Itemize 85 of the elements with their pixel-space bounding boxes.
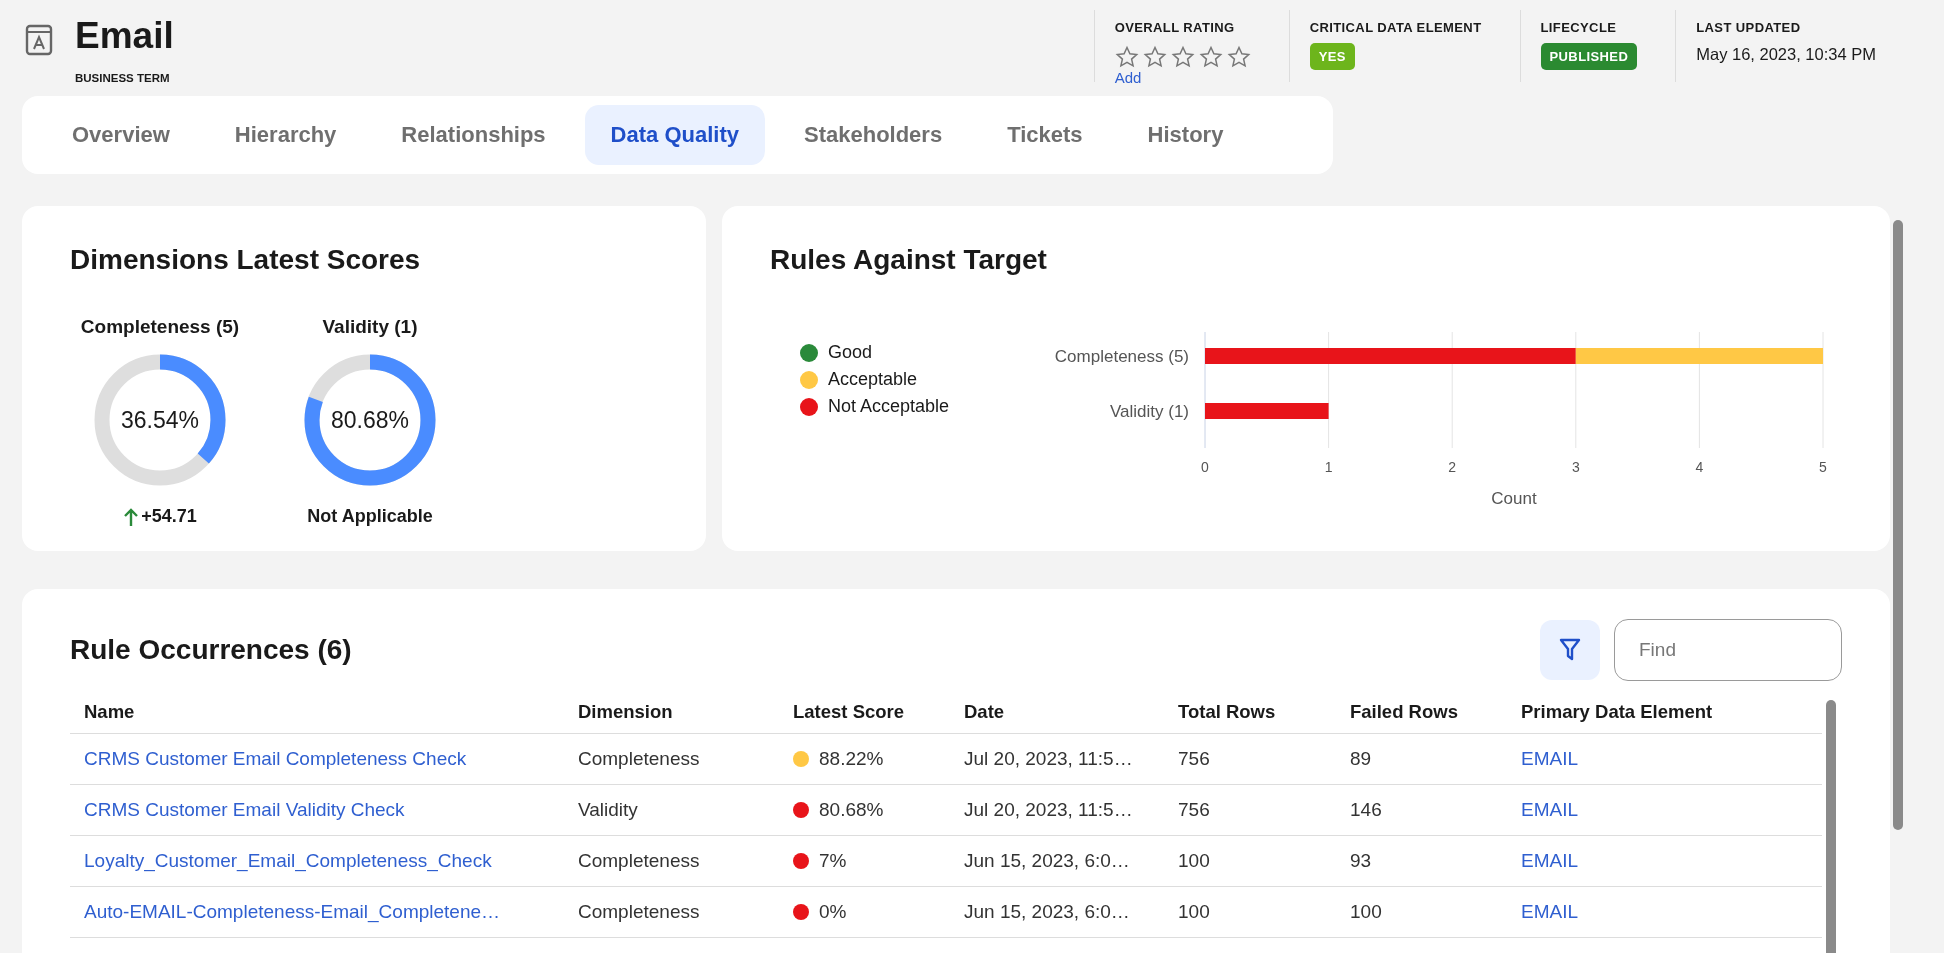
category-label: Completeness (5) — [1054, 347, 1189, 366]
filter-icon — [1558, 637, 1582, 663]
column-header[interactable]: Total Rows — [1164, 691, 1336, 734]
tab[interactable]: Data Quality — [584, 105, 765, 165]
scrollbar[interactable] — [1893, 220, 1903, 830]
table-cell: 100 — [1350, 901, 1382, 923]
score-value: 36.54% — [121, 406, 199, 434]
add-rating-link[interactable]: Add — [1114, 69, 1251, 86]
tick-label: 3 — [1571, 459, 1580, 475]
rule-link[interactable]: Loyalty_Customer_Email_Completeness_Check — [84, 850, 492, 872]
page-title: Email — [75, 14, 174, 58]
legend-label: Acceptable — [828, 369, 918, 390]
table-cell: 7% — [819, 850, 847, 872]
card-title: Rules Against Target — [770, 244, 1048, 276]
column-header[interactable]: Dimension — [564, 691, 779, 734]
table-cell: Completeness — [578, 901, 700, 923]
score-change: +54.71 — [141, 506, 197, 527]
scrollbar[interactable] — [1826, 700, 1836, 953]
term-type: BUSINESS TERM — [75, 72, 171, 84]
tick-label: 1 — [1324, 459, 1333, 475]
table-cell: 88.22% — [819, 748, 884, 770]
star-icon[interactable] — [1142, 45, 1167, 69]
tick-label: 2 — [1447, 459, 1456, 475]
tab[interactable]: History — [1121, 105, 1250, 165]
table-cell: Validity — [578, 799, 638, 821]
tick-label: 0 — [1200, 459, 1209, 475]
table-cell: Jun 15, 2023, 6:0… — [964, 901, 1130, 923]
table-cell: Completeness — [578, 748, 700, 770]
score-change: Not Applicable — [307, 506, 433, 527]
column-header[interactable]: Failed Rows — [1336, 691, 1507, 734]
element-link[interactable]: EMAIL — [1521, 799, 1579, 821]
table-cell: 80.68% — [819, 799, 884, 821]
element-link[interactable]: EMAIL — [1521, 850, 1579, 872]
column-header[interactable]: Primary Data Element — [1507, 691, 1822, 734]
dimension-label: Validity (1) — [322, 316, 418, 338]
table-cell: 756 — [1178, 799, 1210, 821]
score-value: 80.68% — [331, 406, 409, 434]
meta-value: May 16, 2023, 10:34 PM — [1696, 45, 1876, 64]
tab[interactable]: Tickets — [981, 105, 1109, 165]
table-cell: 100 — [1178, 850, 1210, 872]
column-header[interactable]: Latest Score — [779, 691, 950, 734]
table-cell: Completeness — [578, 850, 700, 872]
star-icon[interactable] — [1226, 45, 1251, 69]
rule-link[interactable]: CRMS Customer Email Validity Check — [84, 799, 405, 821]
tab[interactable]: Stakeholders — [778, 105, 969, 165]
card-title: Rule Occurrences (6) — [70, 634, 352, 666]
legend-label: Not Acceptable — [828, 396, 950, 417]
star-icon[interactable] — [1114, 45, 1139, 69]
meta-label: LIFECYCLE — [1540, 20, 1618, 35]
star-icon[interactable] — [1198, 45, 1223, 69]
status-badge: PUBLISHED — [1540, 43, 1638, 70]
table-cell: 89 — [1350, 748, 1372, 770]
element-link[interactable]: EMAIL — [1521, 901, 1579, 923]
search-field[interactable]: Find — [1614, 619, 1842, 681]
meta-label: CRITICAL DATA ELEMENT — [1309, 20, 1482, 35]
legend-label: Good — [828, 342, 873, 363]
card-title: Dimensions Latest Scores — [70, 244, 422, 276]
status-badge: YES — [1309, 43, 1355, 70]
rule-link[interactable]: Auto-EMAIL-Completeness-Email_Completene… — [84, 901, 501, 923]
term-icon — [25, 24, 53, 56]
table-cell: Jul 20, 2023, 11:5… — [964, 748, 1133, 770]
table-cell: 0% — [819, 901, 847, 923]
star-icon[interactable] — [1170, 45, 1195, 69]
tab[interactable]: Overview — [46, 105, 196, 165]
column-header[interactable]: Date — [950, 691, 1164, 734]
tab[interactable]: Hierarchy — [208, 105, 363, 165]
category-label: Validity (1) — [1109, 402, 1189, 421]
table-cell: 93 — [1350, 850, 1372, 872]
rule-link[interactable]: CRMS Customer Email Completeness Check — [84, 748, 467, 770]
table-cell: Jul 20, 2023, 11:5… — [964, 799, 1133, 821]
tick-label: 5 — [1818, 459, 1827, 475]
arrow-up-icon — [123, 506, 140, 527]
table-cell: 100 — [1178, 901, 1210, 923]
table-cell: Jun 15, 2023, 6:0… — [964, 850, 1130, 872]
tick-label: 4 — [1695, 459, 1703, 475]
element-link[interactable]: EMAIL — [1521, 748, 1579, 770]
meta-label: OVERALL RATING — [1114, 20, 1236, 35]
tab[interactable]: Relationships — [375, 105, 572, 165]
dimension-label: Completeness (5) — [80, 316, 240, 338]
axis-title: Count — [1490, 489, 1537, 508]
table-cell: 146 — [1350, 799, 1382, 821]
filter-button[interactable] — [1540, 620, 1600, 680]
table-cell: 756 — [1178, 748, 1210, 770]
meta-label: LAST UPDATED — [1696, 20, 1802, 35]
column-header[interactable]: Name — [70, 691, 564, 734]
